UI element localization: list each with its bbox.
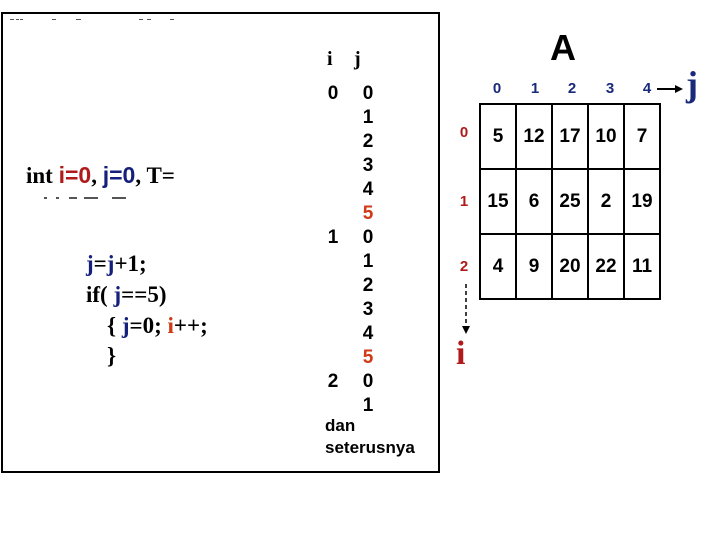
operator: = xyxy=(93,251,107,276)
array-cell: 12 xyxy=(515,103,553,170)
trace-j-value: 4 xyxy=(362,179,374,200)
trace-j-value: 2 xyxy=(362,275,374,296)
array-cell: 22 xyxy=(587,233,625,300)
array-name: A xyxy=(550,27,576,68)
trace-j-value: 1 xyxy=(362,107,374,128)
clipped-text-fragment xyxy=(10,17,180,23)
code-text: =0; xyxy=(129,313,168,338)
trace-footer-seterusnya: seterusnya xyxy=(325,438,415,457)
array-row: 15 6 25 2 19 xyxy=(479,168,661,235)
trace-header-j: j xyxy=(354,48,361,70)
trace-j-value: 0 xyxy=(362,371,374,392)
trace-j-value: 3 xyxy=(362,299,374,320)
trace-j-value: 0 xyxy=(362,227,374,248)
array-cell: 25 xyxy=(551,168,589,235)
array-cell: 6 xyxy=(515,168,553,235)
code-line-if: if( j==5) xyxy=(86,279,167,310)
column-index: 1 xyxy=(530,80,540,97)
trace-j-value: 1 xyxy=(362,395,374,416)
array-row: 5 12 17 10 7 xyxy=(479,103,661,170)
separator: , xyxy=(135,163,147,188)
var-j: j xyxy=(113,282,122,307)
var-i-init: i=0 xyxy=(58,162,92,188)
array-cell: 2 xyxy=(587,168,625,235)
trace-header-i: i xyxy=(327,48,333,70)
var-j: j xyxy=(86,251,94,276)
trace-i-value: 2 xyxy=(327,371,339,392)
trace-j-value: 5 xyxy=(362,347,374,368)
array-cell: 20 xyxy=(551,233,589,300)
trace-j-value: 4 xyxy=(362,323,374,344)
row-index: 1 xyxy=(459,193,469,210)
code-line-increment: j=j+1; xyxy=(86,248,147,279)
column-index: 2 xyxy=(567,80,577,97)
array-cell: 4 xyxy=(479,233,517,300)
code-text: { xyxy=(107,313,122,338)
clipped-line-fragment xyxy=(44,197,164,200)
declaration-line: int i=0, j=0, T= xyxy=(26,160,175,191)
var-j-init: j=0 xyxy=(102,162,136,188)
column-index: 0 xyxy=(492,80,502,97)
code-line-reset: { j=0; i++; xyxy=(107,310,208,341)
trace-i-value: 0 xyxy=(327,83,339,104)
array-cell: 7 xyxy=(623,103,661,170)
code-text: ==5) xyxy=(121,282,167,307)
trace-i-value: 1 xyxy=(327,227,339,248)
code-text: +1; xyxy=(114,251,147,276)
separator: , xyxy=(91,163,103,188)
trace-j-value: 3 xyxy=(362,155,374,176)
keyword-int: int xyxy=(26,163,59,188)
j-axis-label: j xyxy=(686,64,698,104)
i-axis-label: i xyxy=(456,335,466,372)
trace-j-value: 0 xyxy=(362,83,374,104)
array-cell: 10 xyxy=(587,103,625,170)
code-line-close: } xyxy=(107,343,117,368)
code-text: ++; xyxy=(173,313,208,338)
i-axis-arrow-icon xyxy=(462,284,470,334)
j-axis-arrow-icon xyxy=(657,85,683,93)
array-cell: 19 xyxy=(623,168,661,235)
array-cell: 9 xyxy=(515,233,553,300)
var-j: j xyxy=(121,313,130,338)
trace-j-value: 1 xyxy=(362,251,374,272)
row-index: 0 xyxy=(459,124,469,141)
column-index: 3 xyxy=(605,80,615,97)
trace-footer-dan: dan xyxy=(325,416,356,435)
trace-j-value: 5 xyxy=(362,203,374,224)
row-index: 2 xyxy=(459,258,469,275)
array-cell: 17 xyxy=(551,103,589,170)
trace-j-value: 2 xyxy=(362,131,374,152)
code-text: if( xyxy=(86,282,114,307)
var-t-init: T= xyxy=(146,163,175,188)
array-row: 4 9 20 22 11 xyxy=(479,233,661,300)
array-grid: 5 12 17 10 7 15 6 25 2 19 4 9 20 22 11 xyxy=(479,103,661,300)
array-cell: 15 xyxy=(479,168,517,235)
array-cell: 5 xyxy=(479,103,517,170)
array-cell: 11 xyxy=(623,233,661,300)
